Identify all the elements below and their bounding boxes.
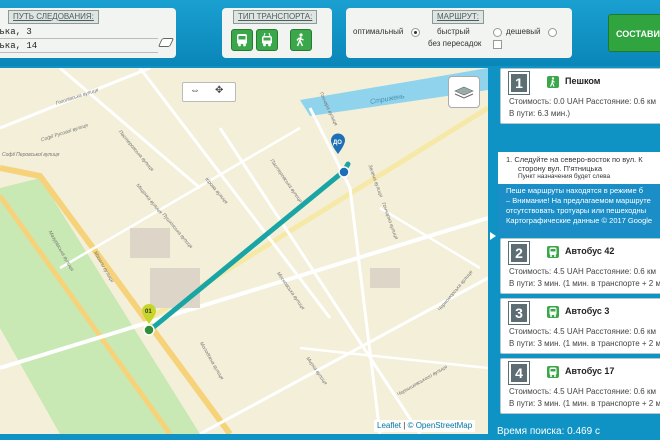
trolleybus-button[interactable] [256,29,278,51]
route-number: 4 [509,362,529,384]
bus-icon [547,246,559,258]
osm-link[interactable]: © OpenStreetMap [408,421,473,430]
option-optimal-radio[interactable] [411,28,420,37]
bus-icon [547,366,559,378]
warning-text: – Внимание! На предлагаемом маршруте [506,196,651,205]
routes-legend: МАРШРУТ: [432,10,485,24]
route-legend: ПУТЬ СЛЕДОВАНИЯ: [8,10,99,24]
route-duration: В пути: 3 мин. (1 мин. в транспорте + 2 … [509,339,660,348]
route-panel: ПУТЬ СЛЕДОВАНИЯ: ська, 3 ська, 14 [0,8,176,58]
to-field[interactable]: ська, 14 [0,40,158,53]
warning-box: Пеше маршруты находятся в режиме б – Вни… [498,184,660,236]
route-cost: Стоимость: 4.5 UAH Расстояние: 0.6 км [509,387,656,396]
transport-legend: ТИП ТРАНСПОРТА: [233,10,318,24]
street-label: Софії Перовської вулиця [2,152,60,158]
destination-marker-label: ДО [333,140,342,146]
warning-text: Картографические данные © 2017 Google [506,216,653,225]
option-cheap-label: дешевый [506,27,541,36]
pedestrian-button[interactable] [290,29,312,51]
collapse-arrow-icon[interactable] [490,232,496,240]
origin-point-icon [143,324,155,336]
route-title: Автобус 42 [565,246,615,256]
route-instructions: 1. Следуйте на северо-восток по вул. К с… [498,152,660,236]
route-title: Автобус 3 [565,306,610,316]
route-duration: В пути: 6.3 мин.) [509,109,571,118]
route-cost: Стоимость: 0.0 UAH Расстояние: 0.6 км [509,97,656,106]
route-number: 2 [509,242,529,264]
route-card[interactable]: 3 Автобус 3 Стоимость: 4.5 UAH Расстояни… [500,298,660,354]
map[interactable]: Гоголівська вулиця Софії Русової вулиця … [0,68,488,434]
map-attribution: Leaflet | © OpenStreetMap [374,420,476,432]
option-optimal-label: оптимальный [353,27,404,36]
pedestrian-icon [296,33,304,47]
route-number: 1 [509,72,529,94]
attribution-separator: | [403,421,406,430]
route-cost: Стоимость: 4.5 UAH Расстояние: 0.6 км [509,327,656,336]
build-route-button[interactable]: СОСТАВИТ [608,14,660,52]
layers-button[interactable] [448,76,480,108]
warning-text: отсутствовать тротуары или пешеходны [506,206,647,215]
option-fast-radio[interactable] [493,28,502,37]
instruction-step: сторону вул. П'ятницька [518,164,603,173]
option-no-transfer-label: без пересадок [428,39,482,48]
route-card[interactable]: 1 Пешком Стоимость: 0.0 UAH Расстояние: … [500,68,660,124]
route-cost: Стоимость: 4.5 UAH Расстояние: 0.6 км [509,267,656,276]
bus-icon [237,34,247,47]
option-no-transfer-checkbox[interactable] [493,40,502,49]
leaflet-link[interactable]: Leaflet [377,421,401,430]
route-duration: В пути: 3 мин. (1 мин. в транспорте + 2 … [509,399,660,408]
route-card[interactable]: 2 Автобус 42 Стоимость: 4.5 UAH Расстоян… [500,238,660,294]
route-number: 3 [509,302,529,324]
fit-bounds-icon[interactable]: ⇔ [190,85,200,97]
pedestrian-icon [547,76,559,88]
bus-button[interactable] [231,29,253,51]
route-card[interactable]: 4 Автобус 17 Стоимость: 4.5 UAH Расстоян… [500,358,660,414]
route-title: Автобус 17 [565,366,615,376]
route-title: Пешком [565,76,601,86]
bus-icon [547,306,559,318]
move-icon[interactable]: ✥ [215,85,223,97]
option-cheap-radio[interactable] [548,28,557,37]
map-canvas [0,68,488,434]
instruction-step: Пункт назначения будет слева [518,173,611,180]
instruction-step: 1. Следуйте на северо-восток по вул. К [506,155,643,164]
search-time: Время поиска: 0.469 с [497,426,600,437]
destination-point-icon [338,166,350,178]
from-field[interactable]: ська, 3 [0,26,158,39]
warning-text: Пеше маршруты находятся в режиме б [506,186,644,195]
route-duration: В пути: 3 мин. (1 мин. в транспорте + 2 … [509,279,660,288]
option-fast-label: быстрый [437,27,470,36]
trolleybus-icon [262,33,272,47]
map-controls: ⇔ ✥ [182,82,236,102]
origin-marker-label: 01 [145,309,152,315]
layers-icon [454,86,474,99]
